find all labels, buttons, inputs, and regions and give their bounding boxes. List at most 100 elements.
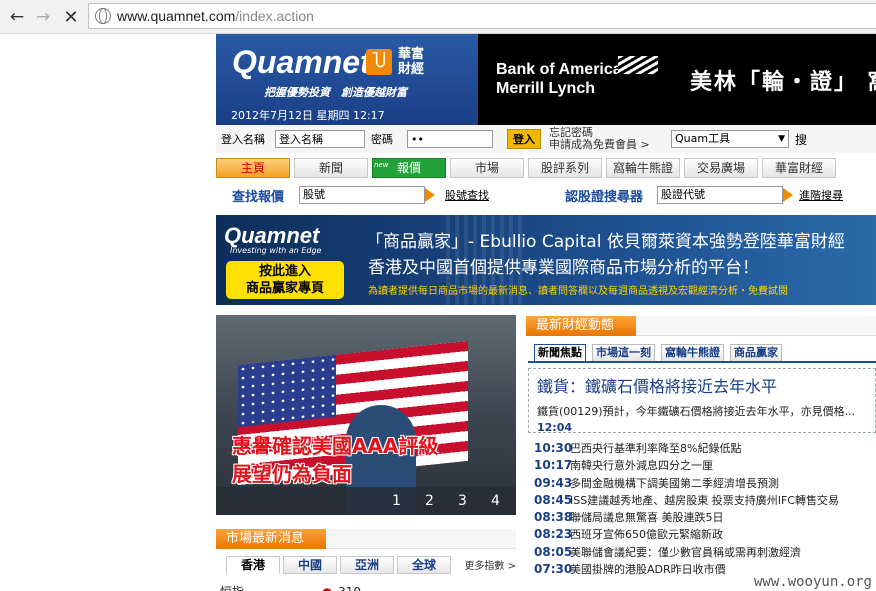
market-section-title: 市場最新消息 [216, 529, 326, 549]
ad-line-1: Bank of America [496, 61, 622, 78]
market-tabs: 香港 中國 亞洲 全球 更多指數 > [216, 556, 516, 574]
news-time: 09:43 [534, 475, 573, 490]
warrant-search-label: 認股證搜尋器 [565, 189, 644, 205]
site-logo[interactable]: Quamnet Ⴎ 華富財經 把握優勢投資 創造優越財富 2012年7月12日 … [216, 34, 478, 125]
tab-news[interactable]: 新聞 [294, 158, 368, 178]
ad-brand: Bank of America Merrill Lynch [496, 60, 622, 98]
advanced-search-link[interactable]: 進階搜尋 [799, 187, 843, 203]
headline-description: 鐵貨(00129)預計，今年鐵礦石價格將接近去年水平，亦見價格... [537, 405, 856, 418]
commodity-banner[interactable]: Quamnet Investing with an Edge 按此進入 商品贏家專… [216, 215, 876, 305]
tab-market[interactable]: 市場 [450, 158, 524, 178]
more-indices-link[interactable]: 更多指數 > [464, 557, 516, 574]
boa-flag-icon [618, 56, 658, 74]
tab-commodity[interactable]: 商品贏家 [730, 344, 782, 361]
cta-line-1: 按此進入 [258, 264, 311, 279]
main-nav: 主頁 新聞 new 報價 市場 股評系列 窩輪牛熊證 交易廣場 華富財經 [216, 158, 876, 180]
tools-select[interactable]: Quam工具 [671, 130, 789, 148]
news-title[interactable]: 巴西央行基準利率降至8%紀錄低點 [570, 442, 741, 455]
stop-icon[interactable]: ✕ [60, 6, 82, 28]
carousel-pager: 1 2 3 4 [216, 487, 516, 515]
tab-asia[interactable]: 亞洲 [340, 556, 394, 574]
tab-stock-review[interactable]: 股評系列 [528, 158, 602, 178]
news-item[interactable]: 08:05美聯儲會議紀要：僅少數官員稱或需再刺激經濟 [534, 544, 876, 561]
news-item[interactable]: 08:38聯儲局議息無驚喜 美股連跌5日 [534, 509, 876, 526]
tab-global[interactable]: 全球 [397, 556, 451, 574]
flag-canton [238, 354, 336, 428]
banner-subheadline: 香港及中國首個提供專業國際商品市場分析的平台！ [368, 258, 759, 278]
carousel-page-4[interactable]: 4 [479, 493, 512, 509]
news-time: 08:38 [534, 510, 573, 525]
quote-input[interactable]: 股號 [299, 186, 426, 204]
index-row: 恒指 ● 310 [216, 583, 516, 591]
login-button[interactable]: 登入 [507, 129, 541, 149]
site-header: Quamnet Ⴎ 華富財經 把握優勢投資 創造優越財富 2012年7月12日 … [216, 34, 876, 125]
banner-cta-button[interactable]: 按此進入商品贏家專頁 [226, 261, 344, 299]
news-tabs: 新聞焦點 市場這一刻 窩輪牛熊證 商品贏家 [528, 343, 876, 363]
top-ad-banner[interactable]: Bank of America Merrill Lynch 美林「輪・證」 窩 [478, 34, 876, 125]
banner-tagline: Investing with an Edge [230, 246, 322, 255]
hero-title-line-2: 展望仍為負面 [232, 462, 352, 486]
search-partial[interactable]: 搜 [795, 131, 807, 148]
index-name[interactable]: 恒指 [220, 585, 244, 591]
quote-search-label: 查找報價 [232, 189, 285, 205]
news-title[interactable]: 西班牙宣佈650億歐元緊縮新政 [570, 528, 723, 541]
hero-headline[interactable]: 惠譽確認美國AAA評級 展望仍為負面 [232, 432, 438, 488]
featured-headline[interactable]: 鐵貨：鐵礦石價格將接近去年水平 鐵貨(00129)預計，今年鐵礦石價格將接近去年… [528, 368, 876, 434]
search-row: 查找報價 股號 股號查找 認股證搜尋器 股證代號 進階搜尋 [216, 184, 876, 206]
news-item[interactable]: 08:45ISS建議越秀地產、越房股東 投票支持廣州IFC轉售交易 [534, 492, 876, 509]
tab-warrants[interactable]: 窩輪牛熊證 [606, 158, 680, 178]
news-time: 08:23 [534, 527, 573, 542]
register-link[interactable]: 申請成為免費會員 > [549, 139, 659, 151]
news-title[interactable]: 多間金融機構下調美國第二季經濟增長預測 [570, 477, 779, 490]
tab-warrant-focus[interactable]: 窩輪牛熊證 [661, 344, 724, 361]
watermark: www.wooyun.org [753, 574, 872, 590]
news-title[interactable]: 聯儲局議息無驚喜 美股連跌5日 [570, 511, 724, 524]
warrant-go-icon[interactable] [783, 188, 794, 202]
news-section-header: 最新財經動態 [526, 316, 876, 336]
index-arrow-icon: ● [322, 585, 332, 591]
news-title[interactable]: 美國掛牌的港股ADR昨日收市價 [570, 563, 726, 576]
hero-title-line-1: 惠譽確認美國AAA評級 [232, 434, 439, 458]
news-item[interactable]: 10:30巴西央行基準利率降至8%紀錄低點 [534, 440, 876, 457]
globe-icon [95, 8, 111, 24]
tab-china[interactable]: 中國 [283, 556, 337, 574]
banner-headline: 「商品贏家」- Ebullio Capital 依貝爾萊資本強勢登陸華富財經 [366, 232, 845, 252]
cta-line-2: 商品贏家專頁 [245, 281, 324, 296]
tab-market-now[interactable]: 市場這一刻 [592, 344, 655, 361]
tab-quamnet[interactable]: 華富財經 [762, 158, 836, 178]
username-input[interactable] [275, 130, 365, 148]
news-section-title: 最新財經動態 [526, 316, 636, 336]
forward-arrow-icon[interactable]: → [32, 6, 54, 28]
url-path: /index.action [235, 8, 314, 24]
headline-title[interactable]: 鐵貨：鐵礦石價格將接近去年水平 [537, 373, 867, 397]
news-item[interactable]: 08:23西班牙宣佈650億歐元緊縮新政 [534, 526, 876, 543]
warrant-input[interactable]: 股證代號 [657, 186, 784, 204]
carousel-page-1[interactable]: 1 [380, 493, 413, 509]
news-time: 08:05 [534, 544, 573, 559]
ad-line-2: Merrill Lynch [496, 80, 595, 97]
tab-trading[interactable]: 交易廣場 [684, 158, 758, 178]
carousel-page-2[interactable]: 2 [413, 493, 446, 509]
index-value: 310 [338, 585, 361, 591]
back-arrow-icon[interactable]: ← [6, 6, 28, 28]
news-time: 10:30 [534, 441, 573, 455]
headline-time: 12:04 [537, 421, 573, 434]
tab-quotes[interactable]: new 報價 [372, 158, 446, 178]
news-title[interactable]: ISS建議越秀地產、越房股東 投票支持廣州IFC轉售交易 [570, 494, 839, 507]
news-item[interactable]: 10:17南韓央行意外減息四分之一厘 [534, 457, 876, 474]
tab-news-focus[interactable]: 新聞焦點 [534, 344, 586, 361]
quote-lookup-link[interactable]: 股號查找 [445, 187, 489, 203]
carousel-page-3[interactable]: 3 [446, 493, 479, 509]
address-bar[interactable]: www.quamnet.com/index.action [88, 3, 876, 29]
hero-carousel[interactable]: 惠譽確認美國AAA評級 展望仍為負面 1 2 3 4 [216, 315, 516, 515]
url-host: www.quamnet.com [117, 8, 236, 24]
market-section-header: 市場最新消息 [216, 529, 516, 549]
quote-go-icon[interactable] [425, 188, 436, 202]
ad-chinese-text: 美林「輪・證」 窩 [690, 70, 876, 95]
tab-home[interactable]: 主頁 [216, 158, 290, 178]
news-item[interactable]: 09:43多間金融機構下調美國第二季經濟增長預測 [534, 475, 876, 492]
tab-hongkong[interactable]: 香港 [226, 556, 280, 574]
password-input[interactable] [407, 130, 493, 148]
news-title[interactable]: 美聯儲會議紀要：僅少數官員稱或需再刺激經濟 [570, 546, 801, 559]
news-title[interactable]: 南韓央行意外減息四分之一厘 [570, 459, 713, 472]
